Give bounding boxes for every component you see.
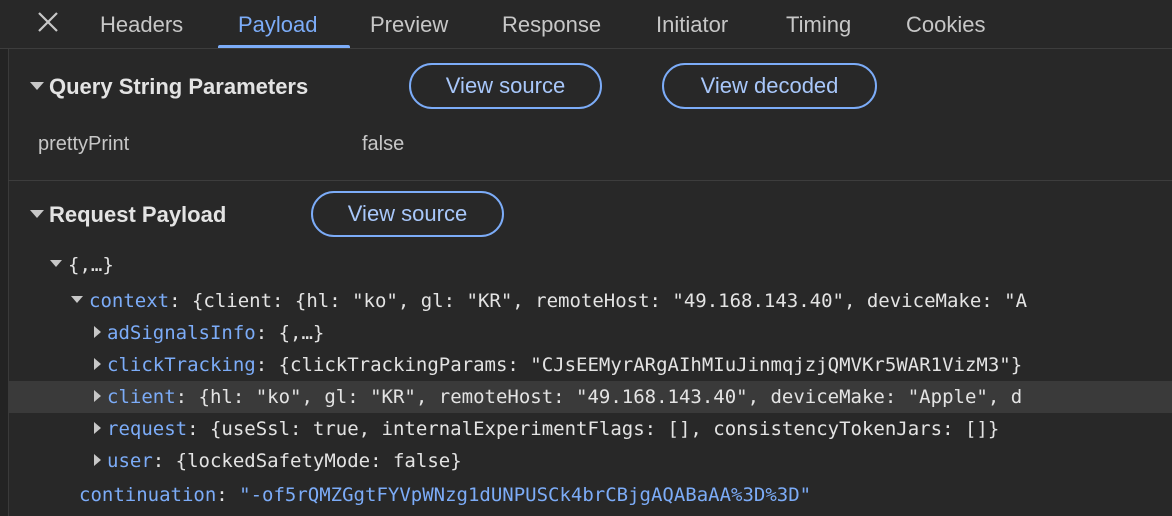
query-string-title: Query String Parameters [49,74,309,99]
tab-timing[interactable]: Timing [786,0,851,48]
tree-value: {useSsl: true, internalExperimentFlags: … [209,418,1000,440]
expanded-triangle-icon [30,210,44,219]
tree-key: user [107,450,153,472]
tree-root-value: {,…} [68,254,114,276]
request-payload-title: Request Payload [49,202,227,227]
tree-value: {lockedSafetyMode: false} [175,450,462,472]
tree-key: request [107,418,188,440]
query-view-source-button[interactable]: View source [409,63,602,109]
tab-preview[interactable]: Preview [370,0,448,48]
tree-child-row[interactable]: request: {useSsl: true, internalExperime… [8,413,1172,445]
tab-response[interactable]: Response [502,0,601,48]
param-value: false [362,133,405,155]
tree-context-row[interactable]: context: {client: {hl: "ko", gl: "KR", r… [8,285,1172,317]
query-view-decoded-button[interactable]: View decoded [662,63,877,109]
close-icon[interactable] [34,8,62,36]
tab-cookies[interactable]: Cookies [906,0,985,48]
tree-key: clickTracking [107,354,256,376]
tree-root-row[interactable]: {,…} [8,249,1172,281]
collapsed-triangle-icon[interactable] [94,389,101,402]
tree-child-row[interactable]: clickTracking: {clickTrackingParams: "CJ… [8,349,1172,381]
tree-value: "-of5rQMZGgtFYVpWNzg1dUNPUSCk4brCBjgAQAB… [239,484,812,506]
param-name: prettyPrint [38,133,130,155]
tree-child-row[interactable]: adSignalsInfo: {,…} [8,317,1172,349]
tree-key: context [89,290,170,312]
tree-key: adSignalsInfo [107,322,256,344]
tree-key: continuation [79,484,217,506]
collapsed-triangle-icon[interactable] [94,325,101,338]
collapsed-triangle-icon[interactable] [94,357,101,370]
tab-initiator[interactable]: Initiator [656,0,728,48]
tab-bar: Headers Payload Preview Response Initiat… [0,0,1172,49]
tree-value: {,…} [278,322,325,344]
tree-child-row[interactable]: user: {lockedSafetyMode: false} [8,445,1172,477]
tree-value: {clickTrackingParams: "CJsEEMyrARgAIhMIu… [278,354,1023,376]
collapsed-triangle-icon[interactable] [94,453,101,466]
expand-triangle-icon[interactable] [50,260,62,267]
tree-continuation-row[interactable]: continuation: "-of5rQMZGgtFYVpWNzg1dUNPU… [8,479,1172,511]
tree-value: {client: {hl: "ko", gl: "KR", remoteHost… [191,290,1028,312]
tab-payload[interactable]: Payload [238,0,318,48]
tab-headers[interactable]: Headers [100,0,183,48]
expand-triangle-icon[interactable] [71,296,83,303]
request-payload-header[interactable]: Request Payload [30,202,226,228]
expanded-triangle-icon [30,82,44,91]
tree-sep: : [169,290,192,312]
section-divider [8,180,1172,181]
tree-child-row-highlighted[interactable]: client: {hl: "ko", gl: "KR", remoteHost:… [8,381,1172,413]
tree-key: client [107,386,176,408]
query-string-header[interactable]: Query String Parameters [30,74,308,100]
payload-view-source-button[interactable]: View source [311,191,504,237]
collapsed-triangle-icon[interactable] [94,421,101,434]
active-tab-indicator [218,45,350,48]
tree-value: {hl: "ko", gl: "KR", remoteHost: "49.168… [198,386,1023,408]
